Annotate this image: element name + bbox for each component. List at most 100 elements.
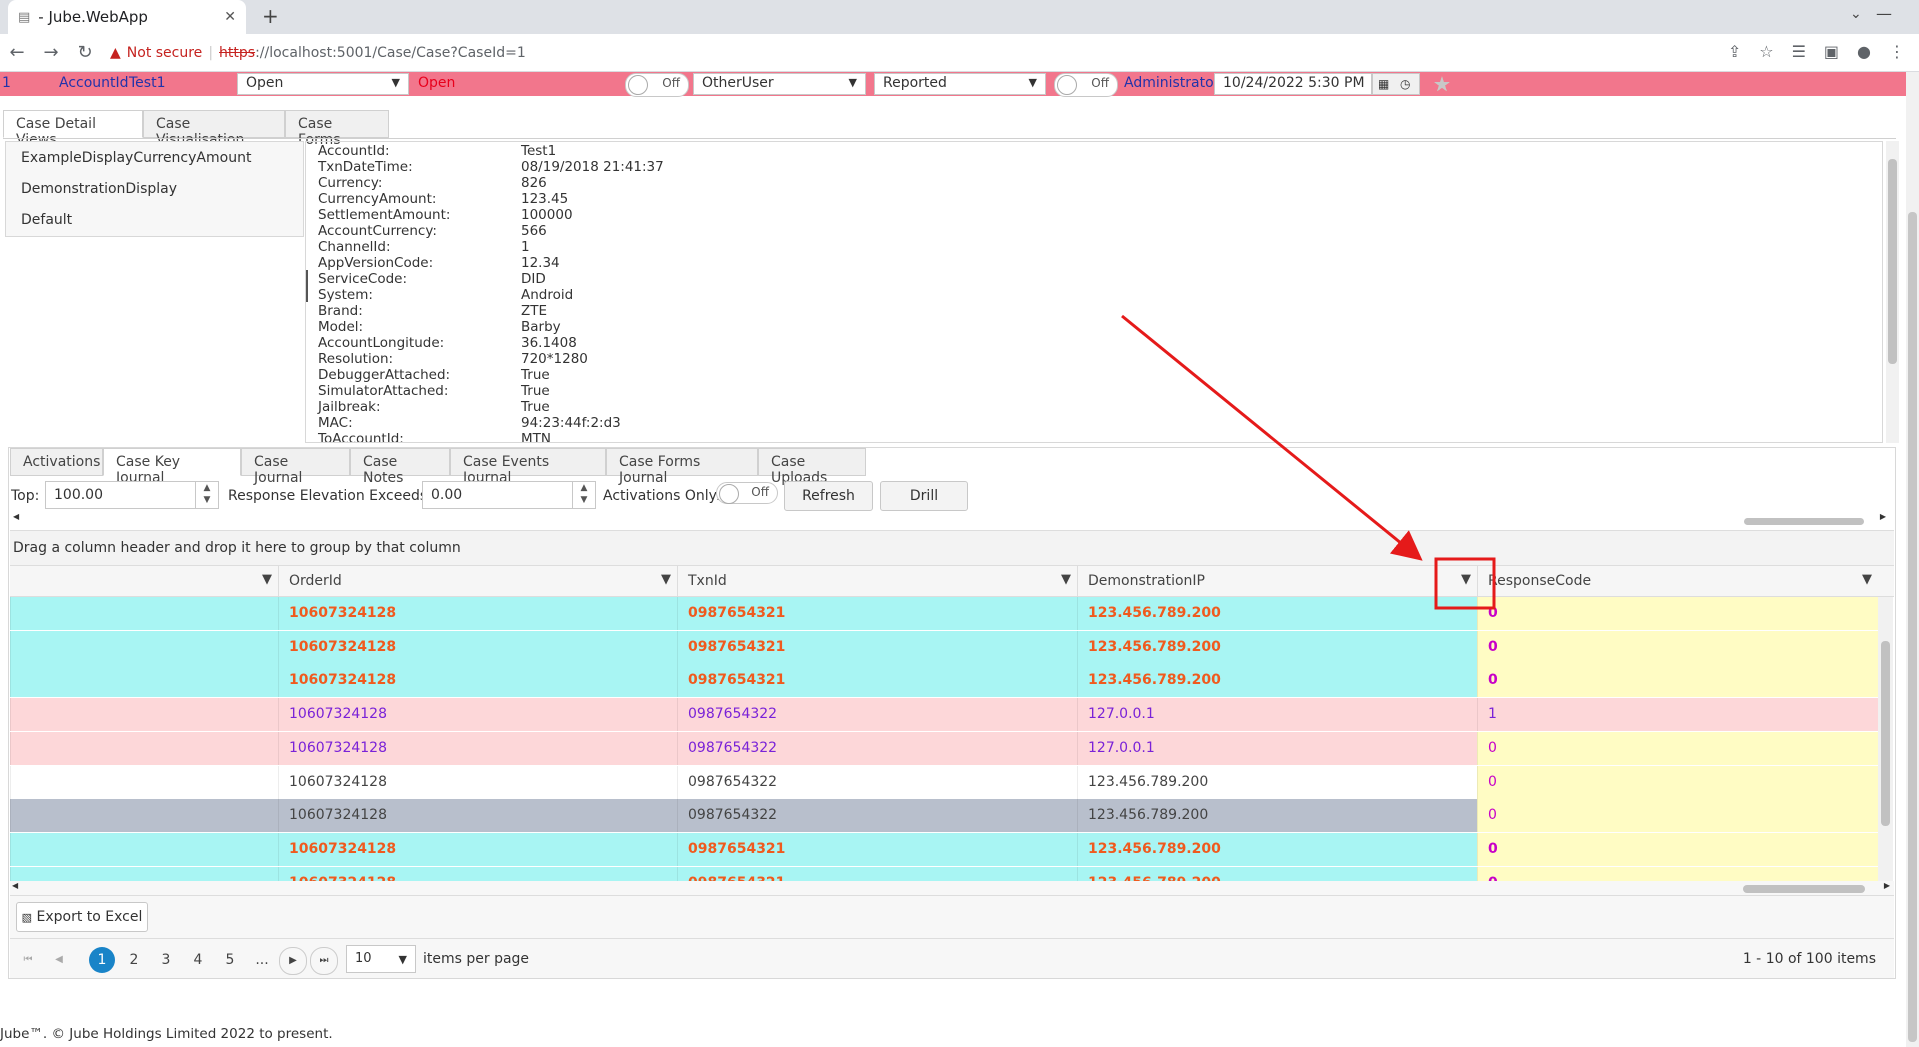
grid-hscrollbar[interactable]: ◀ ▶ [10,881,1894,895]
address-bar[interactable]: ▲ Not secure | https://localhost:5001/Ca… [110,45,526,61]
table-cell-code: 0 [1477,866,1878,881]
refresh-button[interactable]: Refresh [784,481,873,511]
drill-button[interactable]: Drill [880,481,968,511]
table-row[interactable]: 106073241280987654321123.456.789.2000 [10,832,1878,866]
column-header-responsecode[interactable]: ResponseCode ▼ [1477,566,1878,597]
column-header-empty[interactable]: ▼ [10,566,278,597]
last-page-icon[interactable]: ⏭ [310,947,338,975]
url-text: ://localhost:5001/Case/Case?CaseId=1 [255,44,526,61]
details-scrollbar[interactable] [1886,141,1899,443]
case-header-bar: 1 AccountId Test1 Open ▼ Open Off OtherUs… [0,72,1906,97]
spinner-icon[interactable]: ▲ ▼ [195,482,218,508]
grid-vscrollbar[interactable] [1878,597,1893,881]
share-icon[interactable]: ⇪ [1728,42,1741,61]
table-row[interactable]: 106073241280987654321123.456.789.2000 [10,597,1878,630]
tab-case-visualisation[interactable]: Case Visualisation [143,110,285,148]
page-number-5[interactable]: 5 [217,947,243,973]
table-row[interactable]: 10607324128 0987654322 127.0.0.1 1 [10,698,1878,732]
top-input[interactable]: 100.00 ▲ ▼ [45,481,219,509]
next-page-icon[interactable]: ▶ [279,947,307,975]
star-icon[interactable]: ☆ [1759,42,1773,61]
spinner-icon[interactable]: ▲ ▼ [572,482,595,508]
toolbar-hscrollbar[interactable]: ◀ ▶ [11,512,1886,527]
detail-key: DebuggerAttached: [318,367,451,383]
page-vscrollbar[interactable] [1906,72,1919,1047]
page-number-1[interactable]: 1 [89,947,115,973]
view-item-demonstration-display[interactable]: DemonstrationDisplay [6,173,303,204]
minimize-icon[interactable]: — [1876,4,1892,23]
detail-key: Currency: [318,175,383,191]
chevron-down-icon[interactable]: ⌄ [1850,6,1862,22]
profile-icon[interactable]: ● [1857,42,1871,61]
user-select[interactable]: OtherUser ▼ [693,73,866,95]
view-item-example-display[interactable]: ExampleDisplayCurrencyAmount [6,142,303,173]
state-select[interactable]: Reported ▼ [874,73,1046,95]
toggle-switch-2[interactable]: Off [1054,73,1118,97]
first-page-icon[interactable]: ⏮ [15,947,41,973]
grid-toolbar: ▧ Export to Excel [10,895,1894,938]
table-row[interactable]: 10607324128 0987654322 127.0.0.1 0 [10,731,1878,765]
elevation-input[interactable]: 0.00 ▲ ▼ [422,481,596,509]
table-row[interactable]: 10607324128 0987654322 123.456.789.200 0 [10,765,1878,799]
filter-icon[interactable]: ▼ [1461,572,1471,587]
column-header-txnid[interactable]: TxnId ▼ [677,566,1077,597]
row-expander-cell [10,799,278,833]
detail-key: AccountCurrency: [318,223,437,239]
browser-tab[interactable]: ▤ - Jube.WebApp ✕ [8,0,246,34]
table-cell-order: 10607324128 [278,731,677,765]
page-number-2[interactable]: 2 [121,947,147,973]
filter-icon[interactable]: ▼ [262,572,272,587]
menu-icon[interactable]: ⋮ [1889,42,1905,61]
table-row[interactable]: 106073241280987654321123.456.789.2000 [10,866,1878,881]
reload-icon[interactable]: ↻ [68,42,102,63]
detail-value: 720*1280 [521,351,588,367]
column-header-orderid[interactable]: OrderId ▼ [278,566,677,597]
page-number-3[interactable]: 3 [153,947,179,973]
filter-icon[interactable]: ▼ [1862,572,1872,587]
page-size-select[interactable]: 10 ▼ [346,945,416,973]
table-row[interactable]: 106073241280987654321123.456.789.2000 [10,664,1878,698]
status-select-value: Open [246,75,284,91]
table-cell-ip: 123.456.789.200 [1077,630,1477,664]
new-tab-icon[interactable]: + [262,4,279,28]
table-cell-txn: 0987654321 [677,866,1077,881]
user-select-value: OtherUser [702,75,774,91]
back-icon[interactable]: ← [0,42,34,63]
datetime-input[interactable]: 10/24/2022 5:30 PM [1214,73,1372,95]
tab-case-forms[interactable]: Case Forms [285,110,389,148]
export-excel-button[interactable]: ▧ Export to Excel [16,902,148,932]
table-cell-txn: 0987654321 [677,597,1077,630]
toggle-switch-1[interactable]: Off [625,73,689,97]
close-tab-icon[interactable]: ✕ [224,9,236,25]
detail-value: 08/19/2018 21:41:37 [521,159,664,175]
detail-key: ToAccountId: [318,431,404,443]
filter-icon[interactable]: ▼ [661,572,671,587]
table-row[interactable]: 106073241280987654321123.456.789.2000 [10,630,1878,664]
detail-row: Brand: ZTE [318,303,547,319]
reading-list-icon[interactable]: ☰ [1792,42,1806,61]
detail-value: True [521,383,550,399]
status-select[interactable]: Open ▼ [237,73,409,95]
tab-case-detail-views[interactable]: Case Detail Views [3,110,143,148]
forward-icon[interactable]: → [34,42,68,63]
page-number-more[interactable]: ... [249,947,275,973]
page-number-4[interactable]: 4 [185,947,211,973]
activations-only-toggle[interactable]: Off [716,482,778,504]
group-by-panel[interactable]: Drag a column header and drop it here to… [10,530,1894,566]
column-header-demonstrationip[interactable]: DemonstrationIP ▼ [1077,566,1477,597]
tab-divider [3,138,1896,139]
filter-icon[interactable]: ▼ [1061,572,1071,587]
detail-key: SimulatorAttached: [318,383,449,399]
table-row[interactable]: 10607324128 0987654322 123.456.789.200 0 [10,799,1878,833]
table-cell-order: 10607324128 [278,765,677,799]
calendar-icon[interactable]: ▦ [1378,77,1389,91]
table-cell-ip: 123.456.789.200 [1077,597,1477,630]
detail-row: SimulatorAttached: True [318,383,550,399]
detail-row: ChannelId: 1 [318,239,530,255]
sidebar-icon[interactable]: ▣ [1824,42,1839,61]
clock-icon[interactable]: ◷ [1400,77,1410,91]
prev-page-icon[interactable]: ◀ [46,947,72,973]
browser-tab-title: - Jube.WebApp [38,8,148,26]
view-item-default[interactable]: Default [6,204,303,235]
rating-star-icon[interactable]: ★ [1433,72,1454,96]
